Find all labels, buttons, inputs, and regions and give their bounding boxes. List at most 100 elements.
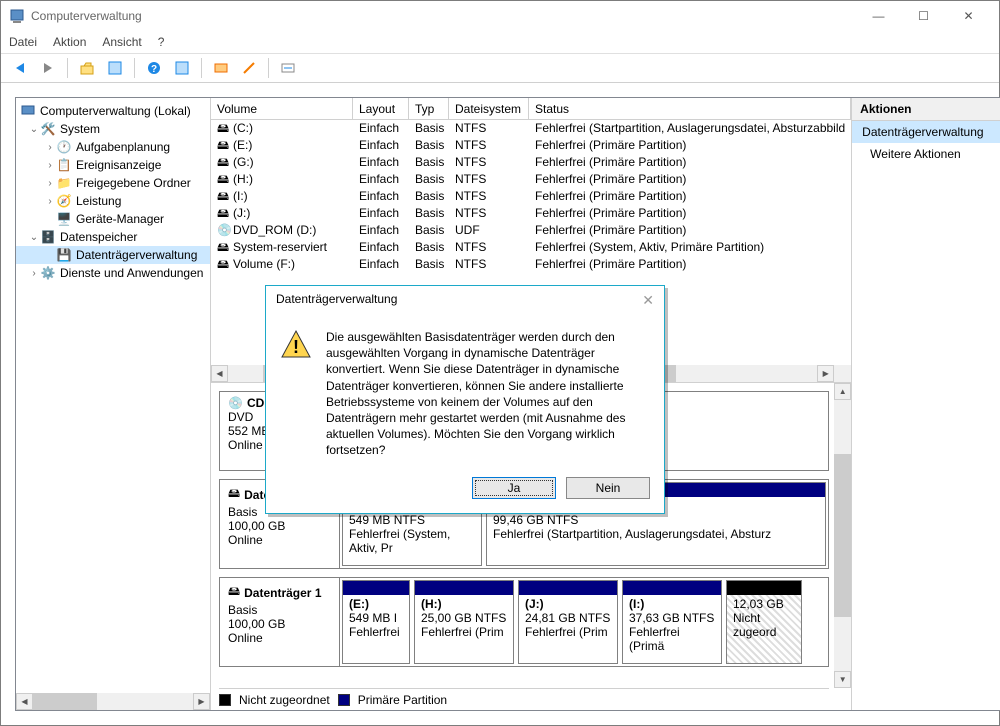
expand-icon[interactable]: › <box>44 196 56 207</box>
cell-fs: NTFS <box>449 205 529 222</box>
cell-typ: Basis <box>409 222 449 239</box>
help-button[interactable]: ? <box>143 57 165 79</box>
table-row[interactable]: 🖴System-reserviertEinfachBasisNTFSFehler… <box>211 239 851 256</box>
partition[interactable]: 12,03 GBNicht zugeord <box>726 580 802 664</box>
menu-datei[interactable]: Datei <box>9 35 37 49</box>
volume-name: (I:) <box>233 188 248 205</box>
tree-leistung[interactable]: ›🧭Leistung <box>16 192 210 210</box>
cell-layout: Einfach <box>353 120 409 137</box>
cell-fs: NTFS <box>449 239 529 256</box>
col-typ[interactable]: Typ <box>409 98 449 120</box>
main-window: Computerverwaltung — ☐ ✕ Datei Aktion An… <box>0 0 1000 726</box>
cell-status: Fehlerfrei (Primäre Partition) <box>529 137 851 154</box>
up-button[interactable] <box>76 57 98 79</box>
view-button[interactable] <box>104 57 126 79</box>
svg-text:!: ! <box>293 337 299 357</box>
col-layout[interactable]: Layout <box>353 98 409 120</box>
tree-h-scrollbar[interactable]: ◀ ▶ <box>16 693 210 710</box>
collapse-icon[interactable]: ⌄ <box>28 124 40 135</box>
volume-name: (C:) <box>233 120 253 137</box>
cell-fs: NTFS <box>449 120 529 137</box>
cell-layout: Einfach <box>353 171 409 188</box>
cell-typ: Basis <box>409 120 449 137</box>
partition-status: Fehlerfrei (Primä <box>629 625 680 653</box>
scroll-left-icon[interactable]: ◀ <box>211 365 228 382</box>
expand-icon[interactable]: › <box>44 178 56 189</box>
tree-freigegebene[interactable]: ›📁Freigegebene Ordner <box>16 174 210 192</box>
cell-status: Fehlerfrei (Primäre Partition) <box>529 188 851 205</box>
dialog-close-button[interactable]: ✕ <box>642 292 654 309</box>
actions-more[interactable]: Weitere Aktionen ▶ <box>852 143 1000 165</box>
partition-status: Nicht zugeord <box>733 611 776 639</box>
extra-button-1[interactable] <box>210 57 232 79</box>
partition-size: 12,03 GB <box>733 597 784 611</box>
scroll-up-icon[interactable]: ▲ <box>834 383 851 400</box>
disk1-size: 100,00 GB <box>228 617 331 631</box>
maximize-button[interactable]: ☐ <box>901 2 946 30</box>
cell-layout: Einfach <box>353 154 409 171</box>
disk-v-scrollbar[interactable]: ▲ ▼ <box>834 383 851 688</box>
tree-dienste[interactable]: ›⚙️Dienste und Anwendungen <box>16 264 210 282</box>
menu-ansicht[interactable]: Ansicht <box>102 35 141 49</box>
col-dateisystem[interactable]: Dateisystem <box>449 98 529 120</box>
volume-header: Volume Layout Typ Dateisystem Status <box>211 98 851 120</box>
tree-system[interactable]: ⌄🛠️System <box>16 120 210 138</box>
scroll-right-icon[interactable]: ▶ <box>193 693 210 710</box>
volume-icon: 💿 <box>217 222 231 239</box>
dialog-no-button[interactable]: Nein <box>566 477 650 499</box>
tree-dienste-label: Dienste und Anwendungen <box>60 266 203 280</box>
disk-1[interactable]: 🖴Datenträger 1 Basis 100,00 GB Online (E… <box>219 577 829 667</box>
scroll-down-icon[interactable]: ▼ <box>834 671 851 688</box>
tree-leistung-label: Leistung <box>76 194 121 208</box>
settings-button[interactable] <box>171 57 193 79</box>
nav-back-button[interactable] <box>9 57 31 79</box>
cell-layout: Einfach <box>353 205 409 222</box>
partition[interactable]: (H:)25,00 GB NTFSFehlerfrei (Prim <box>414 580 514 664</box>
table-row[interactable]: 🖴Volume (F:)EinfachBasisNTFSFehlerfrei (… <box>211 256 851 273</box>
table-row[interactable]: 🖴(E:)EinfachBasisNTFSFehlerfrei (Primäre… <box>211 137 851 154</box>
tree-aufgabenplanung[interactable]: ›🕐Aufgabenplanung <box>16 138 210 156</box>
table-row[interactable]: 🖴(H:)EinfachBasisNTFSFehlerfrei (Primäre… <box>211 171 851 188</box>
scroll-right-icon[interactable]: ▶ <box>817 365 834 382</box>
table-row[interactable]: 🖴(G:)EinfachBasisNTFSFehlerfrei (Primäre… <box>211 154 851 171</box>
menu-aktion[interactable]: Aktion <box>53 35 86 49</box>
volume-icon: 🖴 <box>217 154 231 171</box>
dialog-yes-button[interactable]: Ja <box>472 477 556 499</box>
tree-datenspeicher[interactable]: ⌄🗄️Datenspeicher <box>16 228 210 246</box>
extra-button-3[interactable] <box>277 57 299 79</box>
svg-text:?: ? <box>151 64 157 75</box>
partition[interactable]: (I:)37,63 GB NTFSFehlerfrei (Primä <box>622 580 722 664</box>
partition[interactable]: (E:)549 MB IFehlerfrei <box>342 580 410 664</box>
col-status[interactable]: Status <box>529 98 851 120</box>
tree-geraete-label: Geräte-Manager <box>76 212 164 226</box>
actions-selected[interactable]: Datenträgerverwaltung ▲ <box>852 121 1000 143</box>
col-volume[interactable]: Volume <box>211 98 353 120</box>
volume-icon: 🖴 <box>217 188 231 205</box>
expand-icon[interactable]: › <box>44 142 56 153</box>
tree-root[interactable]: Computerverwaltung (Lokal) <box>16 102 210 120</box>
partition[interactable]: (J:)24,81 GB NTFSFehlerfrei (Prim <box>518 580 618 664</box>
volume-icon: 🖴 <box>217 120 231 137</box>
computer-icon <box>20 103 36 119</box>
tree-ereignisanzeige[interactable]: ›📋Ereignisanzeige <box>16 156 210 174</box>
table-row[interactable]: 🖴(C:)EinfachBasisNTFSFehlerfrei (Startpa… <box>211 120 851 137</box>
tree-datenspeicher-label: Datenspeicher <box>60 230 137 244</box>
partition-status: Fehlerfrei <box>349 625 400 639</box>
scroll-left-icon[interactable]: ◀ <box>16 693 33 710</box>
table-row[interactable]: 🖴(J:)EinfachBasisNTFSFehlerfrei (Primäre… <box>211 205 851 222</box>
cell-typ: Basis <box>409 171 449 188</box>
table-row[interactable]: 🖴(I:)EinfachBasisNTFSFehlerfrei (Primäre… <box>211 188 851 205</box>
expand-icon[interactable]: › <box>44 160 56 171</box>
table-row[interactable]: 💿DVD_ROM (D:)EinfachBasisUDFFehlerfrei (… <box>211 222 851 239</box>
cell-typ: Basis <box>409 137 449 154</box>
actions-header: Aktionen <box>852 98 1000 121</box>
minimize-button[interactable]: — <box>856 2 901 30</box>
nav-forward-button[interactable] <box>37 57 59 79</box>
menu-help[interactable]: ? <box>158 35 165 49</box>
tree-geraete[interactable]: 🖥️Geräte-Manager <box>16 210 210 228</box>
tree-datentraeger[interactable]: 💾Datenträgerverwaltung <box>16 246 210 264</box>
expand-icon[interactable]: › <box>28 268 40 279</box>
close-button[interactable]: ✕ <box>946 2 991 30</box>
extra-button-2[interactable] <box>238 57 260 79</box>
collapse-icon[interactable]: ⌄ <box>28 232 40 243</box>
